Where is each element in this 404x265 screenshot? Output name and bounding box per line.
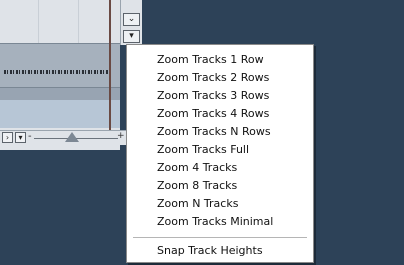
menu-item-zoom-n-rows[interactable]: Zoom Tracks N Rows [127, 123, 313, 141]
track-zoom-menu: Zoom Tracks 1 Row Zoom Tracks 2 Rows Zoo… [126, 44, 314, 263]
menu-item-snap-track-heights[interactable]: Snap Track Heights [127, 242, 313, 260]
triangle-down-icon: ▾ [18, 133, 23, 142]
empty-track-lane [0, 100, 120, 128]
scroll-down-button[interactable]: ⌄ [123, 13, 140, 26]
chevron-down-icon: ⌄ [127, 14, 136, 24]
grid-line [38, 0, 39, 44]
menu-item-zoom-3-rows[interactable]: Zoom Tracks 3 Rows [127, 87, 313, 105]
menu-item-zoom-2-rows[interactable]: Zoom Tracks 2 Rows [127, 69, 313, 87]
menu-item-zoom-full[interactable]: Zoom Tracks Full [127, 141, 313, 159]
chevron-right-icon: › [5, 133, 10, 142]
menu-separator [133, 237, 307, 238]
horizontal-scrollbar[interactable]: › ▾ - + [0, 130, 126, 145]
menu-item-zoom-4-rows[interactable]: Zoom Tracks 4 Rows [127, 105, 313, 123]
track-area [0, 0, 120, 150]
grid-line [78, 0, 79, 44]
event-waveform [4, 70, 108, 74]
menu-item-zoom-1-row[interactable]: Zoom Tracks 1 Row [127, 51, 313, 69]
menu-item-zoom-4-tracks[interactable]: Zoom 4 Tracks [127, 159, 313, 177]
triangle-down-icon: ▾ [129, 31, 134, 41]
zoom-slider-thumb[interactable] [64, 132, 79, 142]
menu-item-zoom-minimal[interactable]: Zoom Tracks Minimal [127, 213, 313, 231]
track-zoom-menu-button[interactable]: ▾ [123, 30, 140, 43]
audio-event-lane [0, 87, 120, 101]
vertical-scrollbar[interactable]: ⌄ ▾ [120, 0, 142, 45]
scroll-right-button[interactable]: › [2, 132, 13, 143]
zoom-out-label: - [28, 131, 32, 142]
menu-item-zoom-8-tracks[interactable]: Zoom 8 Tracks [127, 177, 313, 195]
zoom-menu-button[interactable]: ▾ [15, 132, 26, 143]
menu-list: Zoom Tracks 1 Row Zoom Tracks 2 Rows Zoo… [127, 45, 313, 231]
project-cursor[interactable] [109, 0, 111, 142]
zoom-in-label: + [117, 131, 125, 141]
menu-item-zoom-n-tracks[interactable]: Zoom N Tracks [127, 195, 313, 213]
